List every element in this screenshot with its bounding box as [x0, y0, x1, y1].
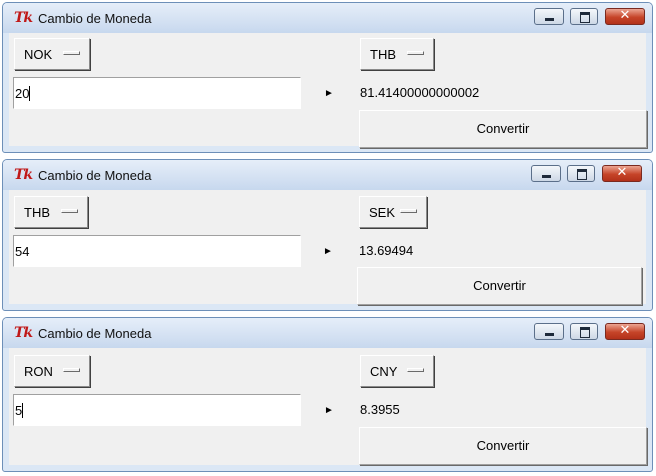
minimize-icon — [542, 175, 551, 178]
option-menu-indicator-icon — [61, 209, 78, 213]
amount-input[interactable]: 20 — [13, 77, 301, 109]
close-button[interactable]: ✕ — [605, 8, 645, 25]
window-title: Cambio de Moneda — [38, 11, 152, 26]
conversion-result: 8.3955 — [360, 402, 400, 417]
conversion-result: 81.41400000000002 — [360, 85, 480, 100]
to-currency-value: CNY — [370, 364, 398, 379]
to-currency-value: THB — [370, 47, 396, 62]
amount-input[interactable]: 5 — [13, 394, 301, 426]
from-currency-menu[interactable]: RON — [14, 355, 90, 387]
conversion-result: 13.69494 — [359, 243, 414, 258]
option-menu-indicator-icon — [407, 51, 424, 55]
minimize-button[interactable] — [534, 8, 564, 25]
text-cursor — [29, 86, 31, 101]
minimize-button[interactable] — [534, 323, 564, 340]
convert-button[interactable]: Convertir — [359, 427, 647, 465]
amount-value: 20 — [15, 86, 30, 101]
maximize-icon — [580, 327, 590, 338]
minimize-icon — [545, 18, 554, 21]
window-title: Cambio de Moneda — [38, 168, 152, 183]
close-button[interactable]: ✕ — [605, 323, 645, 340]
amount-value: 54 — [15, 244, 30, 259]
tk-app-icon: Tk — [14, 325, 33, 341]
text-cursor — [22, 403, 24, 418]
title-bar[interactable]: Tk Cambio de Moneda ✕ — [3, 3, 652, 33]
maximize-icon — [577, 169, 587, 180]
to-currency-menu[interactable]: THB — [360, 38, 434, 70]
tk-app-icon: Tk — [14, 10, 33, 26]
convert-button[interactable]: Convertir — [359, 110, 647, 148]
maximize-button[interactable] — [567, 165, 595, 182]
maximize-icon — [580, 12, 590, 23]
amount-input[interactable]: 54 — [13, 235, 301, 267]
window-client-area: NOK THB 20 ► 81.41400000000002 Convertir — [9, 33, 647, 148]
to-currency-menu[interactable]: SEK — [359, 196, 427, 228]
currency-window-2: Tk Cambio de Moneda ✕ THB SEK 54 ► 13.69… — [2, 159, 653, 311]
tk-app-icon: Tk — [14, 167, 33, 183]
title-bar[interactable]: Tk Cambio de Moneda ✕ — [3, 160, 652, 190]
minimize-button[interactable] — [531, 165, 561, 182]
option-menu-indicator-icon — [400, 209, 417, 213]
to-currency-menu[interactable]: CNY — [360, 355, 434, 387]
option-menu-indicator-icon — [63, 51, 80, 55]
option-menu-indicator-icon — [407, 368, 424, 372]
from-currency-value: RON — [24, 364, 53, 379]
close-icon: ✕ — [619, 8, 631, 23]
convert-button[interactable]: Convertir — [357, 267, 642, 305]
currency-window-3: Tk Cambio de Moneda ✕ RON CNY 5 ► 8.3955… — [2, 317, 653, 472]
close-button[interactable]: ✕ — [602, 165, 642, 182]
close-icon: ✕ — [616, 165, 628, 180]
window-client-area: THB SEK 54 ► 13.69494 Convertir — [9, 190, 646, 305]
close-icon: ✕ — [619, 323, 631, 338]
right-arrow-icon: ► — [324, 88, 334, 99]
to-currency-value: SEK — [369, 205, 396, 220]
currency-window-1: Tk Cambio de Moneda ✕ NOK THB 20 ► 81.41… — [2, 2, 653, 153]
title-bar[interactable]: Tk Cambio de Moneda ✕ — [3, 318, 652, 348]
amount-value: 5 — [15, 403, 23, 418]
option-menu-indicator-icon — [63, 368, 80, 372]
from-currency-menu[interactable]: THB — [14, 196, 88, 228]
right-arrow-icon: ► — [324, 405, 334, 416]
from-currency-value: NOK — [24, 47, 53, 62]
maximize-button[interactable] — [570, 323, 598, 340]
window-client-area: RON CNY 5 ► 8.3955 Convertir — [9, 348, 647, 465]
window-title: Cambio de Moneda — [38, 326, 152, 341]
minimize-icon — [545, 333, 554, 336]
from-currency-value: THB — [24, 205, 50, 220]
from-currency-menu[interactable]: NOK — [14, 38, 90, 70]
right-arrow-icon: ► — [323, 246, 333, 257]
maximize-button[interactable] — [570, 8, 598, 25]
